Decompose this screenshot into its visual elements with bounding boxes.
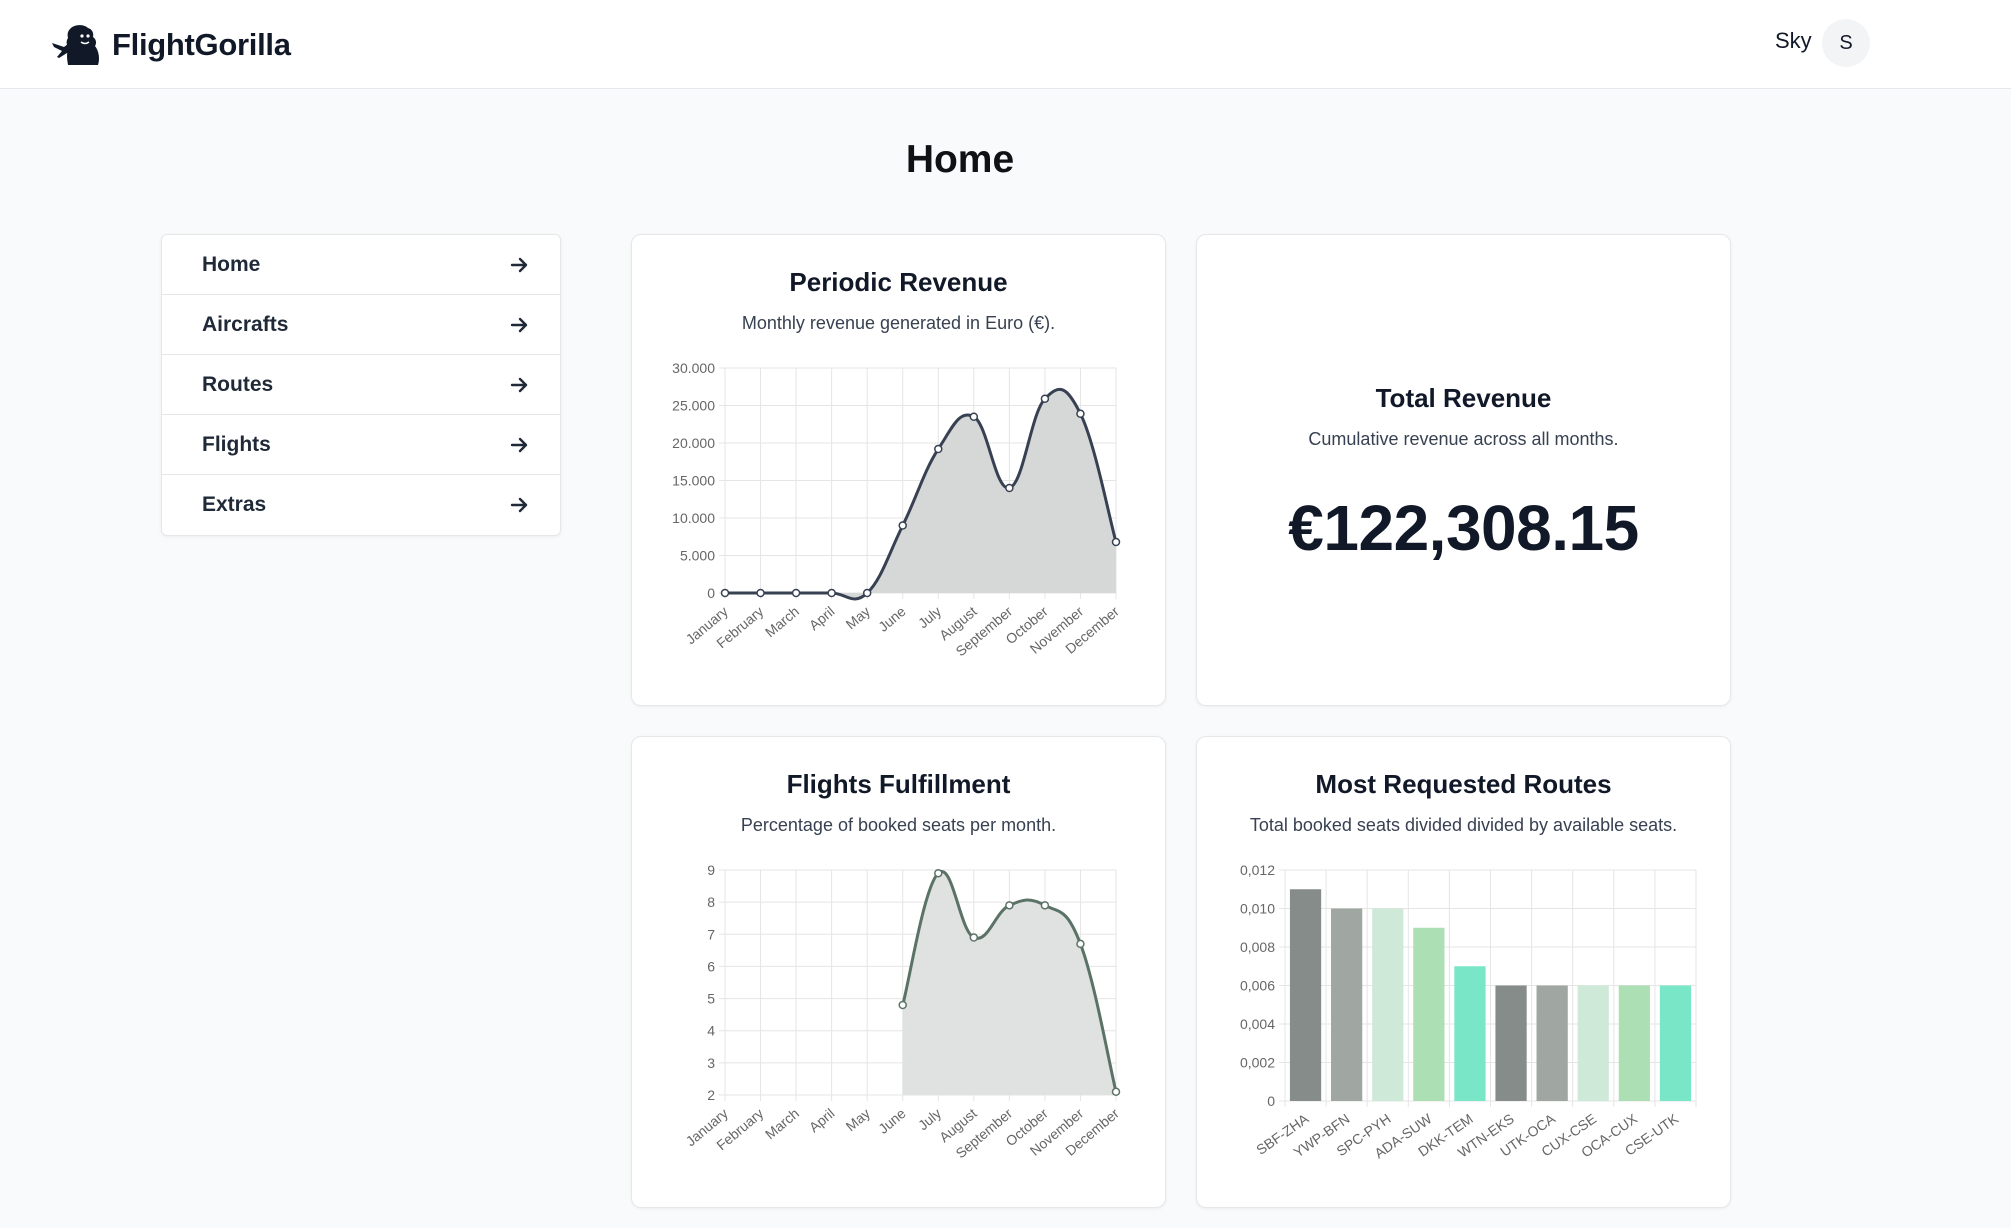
x-tick-label: May <box>843 1105 874 1134</box>
total-revenue-card: Total Revenue Cumulative revenue across … <box>1196 234 1731 706</box>
card-subtitle: Cumulative revenue across all months. <box>1308 429 1619 449</box>
y-tick-label: 25.000 <box>672 398 715 414</box>
avatar[interactable]: S <box>1822 19 1870 67</box>
arrow-right-icon <box>510 317 528 333</box>
nav-item-extras[interactable]: Extras <box>162 475 560 535</box>
y-tick-label: 0 <box>1267 1093 1275 1109</box>
nav-item-label: Flights <box>202 432 271 456</box>
bar <box>1618 985 1650 1101</box>
y-tick-label: 0,012 <box>1240 862 1275 878</box>
y-tick-label: 0,004 <box>1240 1016 1275 1032</box>
bar <box>1372 908 1404 1101</box>
page-title: Home <box>905 138 1015 181</box>
x-tick-label: April <box>806 1105 838 1135</box>
brand-name: FlightGorilla <box>112 27 291 62</box>
y-tick-label: 15.000 <box>672 473 715 489</box>
nav-item-aircrafts[interactable]: Aircrafts <box>162 295 560 355</box>
most-requested-routes-card: Most Requested Routes Total booked seats… <box>1196 736 1731 1208</box>
y-tick-label: 0 <box>707 585 715 601</box>
y-tick-label: 9 <box>707 862 715 878</box>
total-revenue-value: €122,308.15 <box>1288 492 1639 564</box>
flights-fulfillment-card: Flights Fulfillment Percentage of booked… <box>631 736 1166 1208</box>
y-tick-label: 7 <box>707 926 715 942</box>
y-tick-label: 10.000 <box>672 510 715 526</box>
data-point <box>827 588 836 598</box>
data-point <box>1076 409 1085 418</box>
most-requested-routes-chart: 00,0020,0040,0060,0080,0100,012SBF-ZHAYW… <box>1240 862 1697 1161</box>
x-tick-label: June <box>875 603 909 635</box>
bar <box>1536 985 1568 1101</box>
data-point <box>969 412 979 421</box>
data-point <box>1040 394 1050 403</box>
nav-item-home[interactable]: Home <box>162 235 560 295</box>
x-tick-label: March <box>762 1105 802 1142</box>
data-point <box>862 588 872 598</box>
flights-fulfillment-chart: 23456789JanuaryFebruaryMarch April May June… <box>682 862 1122 1161</box>
arrow-right-icon <box>510 497 528 513</box>
y-tick-label: 5.000 <box>680 548 715 564</box>
data-point <box>934 868 943 878</box>
data-point <box>934 444 943 454</box>
nav-item-routes[interactable]: Routes <box>162 355 560 415</box>
nav-item-label: Extras <box>202 493 267 516</box>
card-title: Total Revenue <box>1375 383 1552 413</box>
nav-item-label: Routes <box>202 372 274 396</box>
arrow-right-icon <box>510 377 528 393</box>
data-point <box>898 521 907 530</box>
data-point <box>791 588 801 598</box>
user-name: Sky <box>1775 28 1812 53</box>
brand-link[interactable]: FlightGorilla <box>50 20 291 70</box>
data-point <box>1111 1087 1121 1097</box>
y-tick-label: 4 <box>707 1023 715 1039</box>
data-point <box>1005 901 1014 910</box>
y-tick-label: 30.000 <box>672 360 715 376</box>
y-tick-label: 0,002 <box>1240 1055 1275 1071</box>
y-tick-label: 5 <box>707 991 715 1007</box>
bar <box>1331 908 1363 1101</box>
data-point <box>720 588 730 598</box>
y-tick-label: 6 <box>707 958 715 974</box>
y-tick-label: 0,010 <box>1240 901 1275 917</box>
y-tick-label: 20.000 <box>672 435 715 451</box>
arrow-right-icon <box>510 257 528 273</box>
data-point <box>969 933 979 942</box>
data-point <box>1111 537 1121 547</box>
bar <box>1454 966 1486 1101</box>
y-tick-label: 2 <box>707 1087 715 1103</box>
arrow-right-icon <box>510 437 528 453</box>
bar <box>1577 985 1609 1101</box>
data-point <box>1040 901 1050 910</box>
x-tick-label: March <box>762 603 802 640</box>
y-tick-label: 0,008 <box>1240 939 1275 955</box>
data-point <box>1005 483 1014 493</box>
y-tick-label: 8 <box>707 894 715 910</box>
x-tick-label: May <box>843 603 874 632</box>
bar <box>1289 889 1322 1101</box>
series-area <box>725 389 1116 599</box>
x-tick-label: April <box>806 603 838 633</box>
x-tick-label: June <box>875 1105 909 1137</box>
gorilla-logo-icon <box>52 25 99 65</box>
y-tick-label: 0,006 <box>1240 978 1275 994</box>
periodic-revenue-card: Periodic Revenue Monthly revenue generat… <box>631 234 1166 706</box>
periodic-revenue-chart: 05.00010.00015.00020.00025.00030.000Janu… <box>672 360 1122 659</box>
bar <box>1659 985 1692 1101</box>
data-point <box>1076 939 1085 949</box>
nav-item-label: Aircrafts <box>202 312 289 336</box>
top-bar: FlightGorilla Sky S <box>0 0 2011 89</box>
nav-item-flights[interactable]: Flights <box>162 415 560 475</box>
bar <box>1413 927 1445 1101</box>
data-point <box>898 1000 907 1010</box>
y-tick-label: 3 <box>707 1055 715 1071</box>
bar <box>1495 985 1527 1101</box>
nav-item-label: Home <box>202 252 261 276</box>
data-point <box>756 588 765 598</box>
sidebar-nav: Home Aircrafts Routes Flights Extras <box>161 234 561 536</box>
